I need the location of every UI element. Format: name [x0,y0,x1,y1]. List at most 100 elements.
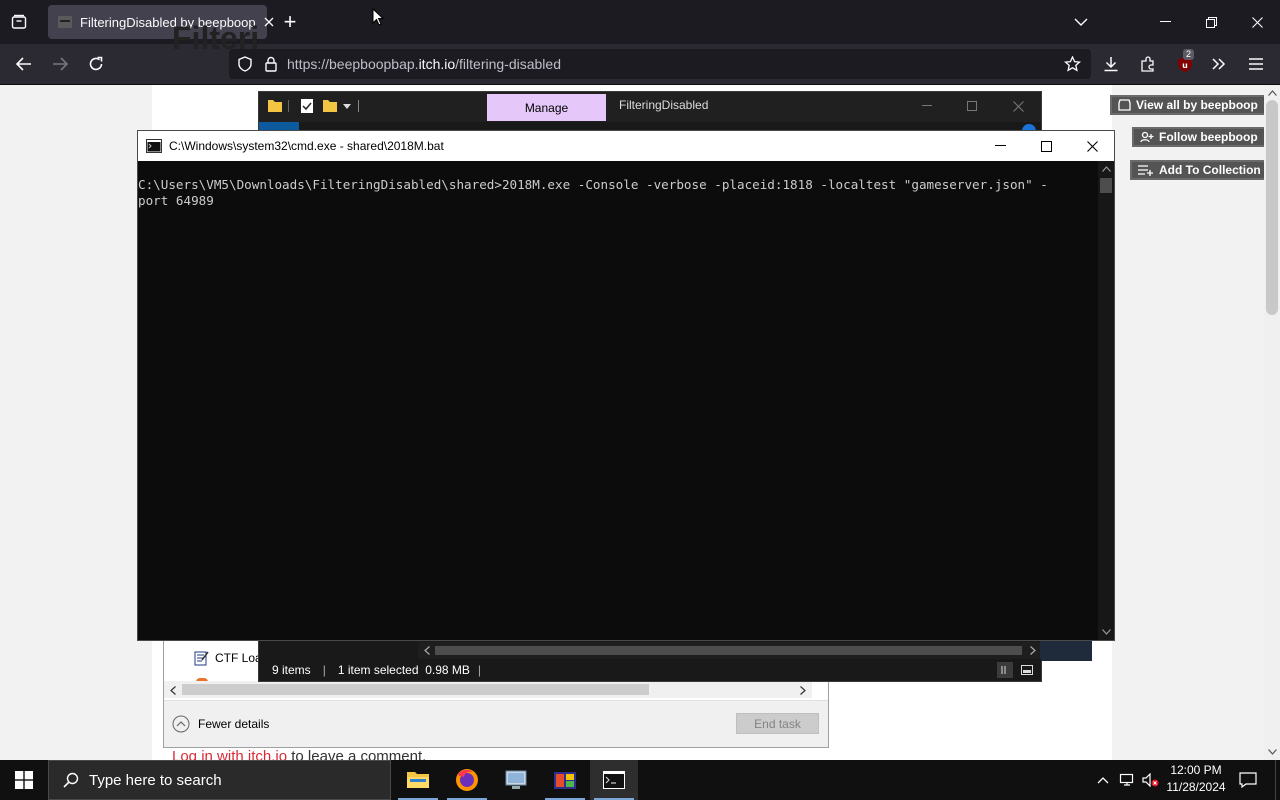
background-thumbnail [1040,639,1092,661]
explorer-close-icon[interactable] [1010,96,1026,116]
notifications-icon[interactable] [1236,768,1260,792]
ublock-badge: 2 [1183,49,1195,60]
clock-time: 12:00 PM [1170,763,1222,777]
volume-muted-icon[interactable] [1140,770,1162,790]
minimize-window-icon[interactable] [1152,12,1178,32]
qat-separator [288,100,289,112]
windows-logo-icon [15,771,33,789]
scroll-down-arrow-icon[interactable] [1266,746,1278,758]
itch-store-icon [1118,99,1131,111]
scroll-up-arrow-icon[interactable] [1266,87,1278,99]
status-separator: | [322,663,326,677]
add-to-collection-button[interactable]: Add To Collection [1130,160,1269,180]
task-row-label: CTF Loa [215,651,262,665]
close-window-icon[interactable] [1244,12,1270,32]
show-hidden-icons-chevron-icon[interactable] [1094,770,1112,790]
follow-button[interactable]: Follow beepboop [1132,127,1266,147]
details-view-icon[interactable] [997,662,1013,678]
url-bar[interactable]: https://beepboopbap.itch.io/filtering-di… [229,49,1091,79]
cmd-output[interactable]: C:\Users\VM5\Downloads\FilteringDisabled… [138,177,1098,617]
large-icons-view-icon[interactable] [1019,662,1035,678]
taskbar-app-3[interactable] [492,760,540,800]
restore-window-icon[interactable] [1198,12,1224,32]
mouse-cursor-icon [372,8,384,26]
close-tab-icon[interactable] [264,17,274,27]
taskbar-cmd[interactable] [590,760,638,800]
url-prefix: https://beepboopbap. [287,56,419,72]
search-icon [63,772,79,788]
taskbar-search-box[interactable]: Type here to search [48,760,391,800]
follow-label: Follow beepboop [1159,130,1258,144]
folder-icon [268,100,282,112]
clock-date: 11/28/2024 [1166,780,1226,794]
network-icon[interactable] [1117,770,1137,790]
task-row[interactable]: CTF Loa [193,650,262,666]
cmd-app-icon [146,139,162,153]
explorer-minimize-icon[interactable] [919,96,935,116]
file-explorer-icon [407,772,429,788]
cmd-close-icon[interactable] [1082,136,1102,156]
cmd-maximize-icon[interactable] [1036,136,1056,156]
task-manager-hscroll-thumb[interactable] [182,684,649,695]
cmd-title: C:\Windows\system32\cmd.exe - shared\201… [169,139,444,153]
notepad-icon [194,651,209,666]
tracking-protection-icon[interactable] [237,56,253,72]
cmd-scroll-down-icon[interactable] [1100,626,1112,638]
end-task-button[interactable]: End task [736,713,819,734]
cmd-minimize-icon[interactable] [990,136,1010,156]
start-button[interactable] [0,760,48,800]
lock-icon[interactable] [265,56,277,72]
properties-icon[interactable] [300,98,314,114]
cmd-line-1: C:\Users\VM5\Downloads\FilteringDisabled… [138,177,1048,192]
page-scrollbar-thumb[interactable] [1266,100,1278,315]
back-icon[interactable] [12,53,36,75]
explorer-status-bar: 9 items | 1 item selected 0.98 MB | [259,659,1041,681]
ublock-origin-icon[interactable]: u 2 [1173,49,1197,75]
cmd-scrollbar-thumb[interactable] [1100,178,1112,193]
explorer-scroll-right-icon[interactable] [1027,644,1039,656]
scroll-left-arrow-icon[interactable] [166,684,180,696]
application-icon [554,772,576,789]
explorer-scroll-left-icon[interactable] [421,644,433,656]
extensions-icon[interactable] [1137,53,1159,75]
more-tools-icon[interactable] [1208,53,1230,75]
svg-text:u: u [1182,61,1188,70]
cmd-scroll-up-icon[interactable] [1100,163,1112,175]
explorer-title-bar: FilteringDisabled [259,92,1041,122]
explorer-hscroll-thumb[interactable] [435,646,1022,655]
status-item-count: 9 items [272,663,311,677]
firefox-view-icon[interactable] [6,10,32,34]
cmd-scrollbar[interactable] [1098,161,1114,640]
customize-qat-icon[interactable] [343,104,351,110]
favicon-icon [58,16,72,28]
new-folder-icon[interactable] [322,98,338,114]
qat-separator-2 [358,100,359,112]
view-all-label: View all by beepboop [1136,98,1258,112]
taskbar-file-explorer[interactable] [394,760,442,800]
bookmark-star-icon[interactable] [1064,56,1081,72]
remote-desktop-icon [505,770,527,789]
reload-icon[interactable] [84,53,108,75]
cmd-line-2: port 64989 [138,193,214,208]
fewer-details-toggle[interactable]: Fewer details [172,715,269,733]
taskbar-firefox[interactable] [443,760,491,800]
forward-icon[interactable] [48,53,72,75]
terminal-icon [603,771,625,789]
new-tab-button[interactable]: + [278,9,302,34]
show-desktop-button[interactable] [1275,760,1280,800]
url-text[interactable]: https://beepboopbap.itch.io/filtering-di… [287,56,561,72]
view-all-button[interactable]: View all by beepboop [1110,95,1266,115]
downloads-icon[interactable] [1100,53,1122,75]
url-domain: itch.io [418,56,456,72]
tab-manage[interactable]: Manage [487,94,606,121]
explorer-maximize-icon[interactable] [964,96,980,116]
list-all-tabs-icon[interactable] [1070,12,1092,32]
scroll-right-arrow-icon[interactable] [796,684,810,696]
menu-icon[interactable] [1245,53,1267,75]
taskbar-clock[interactable]: 12:00 PM 11/28/2024 [1160,762,1232,798]
status-selection: 1 item selected 0.98 MB [337,663,470,677]
page-title: Filteri [172,20,260,56]
taskbar-app-4[interactable] [541,760,589,800]
fewer-details-label: Fewer details [198,717,270,731]
task-manager-footer: Fewer details [164,700,828,747]
